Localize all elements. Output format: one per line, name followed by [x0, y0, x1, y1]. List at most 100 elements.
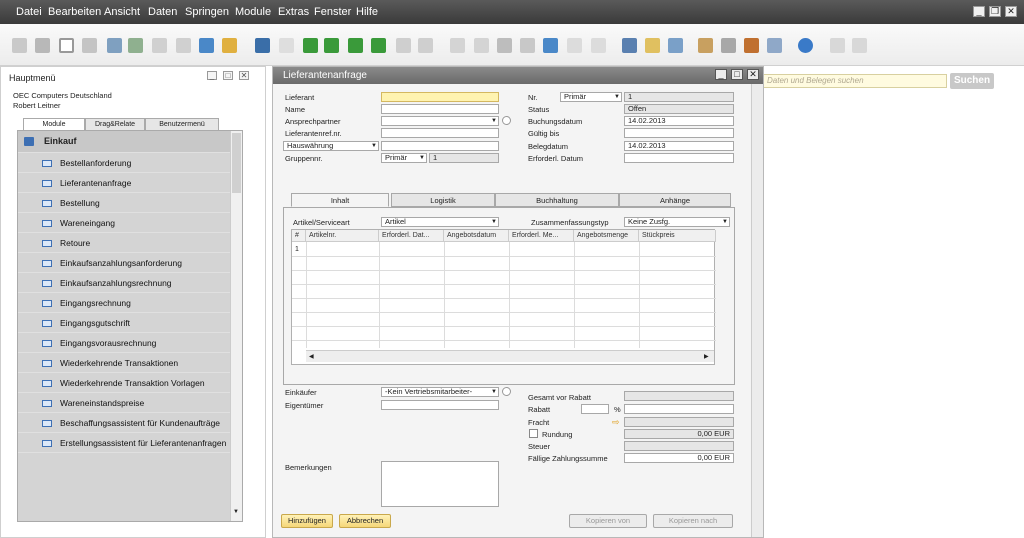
tab-drag-relate[interactable]: Drag&Relate	[85, 118, 145, 130]
buchungsdatum-input[interactable]: 14.02.2013	[624, 116, 734, 126]
tab-anhaenge[interactable]: Anhänge	[619, 193, 731, 207]
print-icon[interactable]	[35, 38, 50, 53]
email-icon[interactable]	[59, 38, 74, 53]
layout-icon[interactable]	[830, 38, 845, 53]
last-record-icon[interactable]	[371, 38, 386, 53]
currency-select[interactable]: Hauswährung ▼	[283, 141, 379, 151]
column-header[interactable]: Stückpreis	[639, 230, 716, 242]
gross-profit-icon[interactable]	[543, 38, 558, 53]
list-item[interactable]: Lieferantenanfrage	[18, 173, 230, 193]
bemerkungen-textarea[interactable]	[381, 461, 499, 507]
zusammenfassungstyp-select[interactable]: Keine Zusfg. ▼	[624, 217, 730, 227]
close-icon[interactable]: ✕	[239, 71, 249, 80]
maximize-icon[interactable]: □	[731, 69, 743, 80]
refnr-input[interactable]	[381, 128, 499, 138]
gueltig-bis-input[interactable]	[624, 128, 734, 138]
close-icon[interactable]: ✕	[1005, 6, 1017, 17]
restore-icon[interactable]: ❐	[989, 6, 1001, 17]
tab-module[interactable]: Module	[23, 118, 85, 130]
scroll-left-icon[interactable]: ◀	[309, 353, 314, 360]
copy-to-button[interactable]: Kopieren nach	[653, 514, 733, 528]
tab-buchhaltung[interactable]: Buchhaltung	[495, 193, 619, 207]
pick-list-icon[interactable]	[645, 38, 660, 53]
main-menu-scrollbar[interactable]: ▼	[230, 131, 242, 521]
arrow-right-icon[interactable]: ⇨	[612, 417, 620, 428]
menu-module[interactable]: Module	[235, 6, 271, 18]
journal-icon[interactable]	[497, 38, 512, 53]
column-header[interactable]: #	[292, 230, 306, 242]
lock-icon[interactable]	[222, 38, 237, 53]
list-item[interactable]: Wareneingang	[18, 213, 230, 233]
next-record-icon[interactable]	[348, 38, 363, 53]
column-header[interactable]: Angebotsmenge	[574, 230, 639, 242]
export-icon[interactable]	[128, 38, 143, 53]
messages-icon[interactable]	[721, 38, 736, 53]
tab-inhalt[interactable]: Inhalt	[291, 193, 389, 207]
module-header-einkauf[interactable]: Einkauf	[18, 131, 230, 153]
menu-hilfe[interactable]: Hilfe	[356, 6, 378, 18]
einkaeufer-select[interactable]: -Kein Vertriebsmitarbeiter- ▼	[381, 387, 499, 397]
minimize-icon[interactable]: _	[715, 69, 727, 80]
payment-icon[interactable]	[520, 38, 535, 53]
menu-extras[interactable]: Extras	[278, 6, 309, 18]
new-document-icon[interactable]	[12, 38, 27, 53]
menu-springen[interactable]: Springen	[185, 6, 229, 18]
menu-datei[interactable]: Datei	[16, 6, 42, 18]
info-icon[interactable]	[502, 387, 511, 396]
scroll-thumb[interactable]	[232, 133, 241, 193]
list-item[interactable]: Bestellanforderung	[18, 153, 230, 173]
approve-icon[interactable]	[668, 38, 683, 53]
column-header[interactable]: Erforderl. Dat...	[379, 230, 444, 242]
tab-logistik[interactable]: Logistik	[391, 193, 495, 207]
maximize-icon[interactable]: □	[223, 71, 233, 80]
sort-icon[interactable]	[418, 38, 433, 53]
scroll-down-icon[interactable]: ▼	[233, 509, 239, 515]
calendar-icon[interactable]	[698, 38, 713, 53]
search-input[interactable]: Daten und Belegen suchen	[762, 74, 947, 88]
target-document-icon[interactable]	[474, 38, 489, 53]
rabatt-amount-input[interactable]	[624, 404, 734, 414]
word-icon[interactable]	[152, 38, 167, 53]
list-item[interactable]: Einkaufsanzahlungsanforderung	[18, 253, 230, 273]
list-item[interactable]: Wareneinstandspreise	[18, 393, 230, 413]
first-record-icon[interactable]	[303, 38, 318, 53]
artikel-serviceart-select[interactable]: Artikel ▼	[381, 217, 499, 227]
list-item[interactable]: Erstellungsassistent für Lieferantenanfr…	[18, 433, 230, 453]
name-input[interactable]	[381, 104, 499, 114]
list-item[interactable]: Beschaffungsassistent für Kundenaufträge	[18, 413, 230, 433]
eigentuemer-input[interactable]	[381, 400, 499, 410]
erforderl-datum-input[interactable]	[624, 153, 734, 163]
lieferant-input[interactable]	[381, 92, 499, 102]
menu-bearbeiten[interactable]: Bearbeiten	[48, 6, 101, 18]
preview-icon[interactable]	[82, 38, 97, 53]
list-item[interactable]: Einkaufsanzahlungsrechnung	[18, 273, 230, 293]
horizontal-scrollbar[interactable]: ◀ ▶	[306, 350, 714, 362]
search-button[interactable]: Suchen	[950, 73, 994, 89]
list-item[interactable]: Wiederkehrende Transaktion Vorlagen	[18, 373, 230, 393]
column-header[interactable]: Artikelnr.	[306, 230, 379, 242]
gruppennr-input[interactable]: 1	[429, 153, 499, 163]
close-icon[interactable]: ✕	[747, 69, 759, 80]
excel-icon[interactable]	[107, 38, 122, 53]
pdf-icon[interactable]	[176, 38, 191, 53]
cancel-button[interactable]: Abbrechen	[339, 514, 391, 528]
info-icon[interactable]	[502, 116, 511, 125]
base-document-icon[interactable]	[450, 38, 465, 53]
previous-record-icon[interactable]	[324, 38, 339, 53]
menu-daten[interactable]: Daten	[148, 6, 177, 18]
volume-weight-icon[interactable]	[567, 38, 582, 53]
nr-serie-select[interactable]: Primär ▼	[560, 92, 622, 102]
currency-input[interactable]	[381, 141, 499, 151]
scroll-right-icon[interactable]: ▶	[704, 353, 709, 360]
help-icon[interactable]	[798, 38, 813, 53]
gruppe-serie-select[interactable]: Primär ▼	[381, 153, 427, 163]
list-item[interactable]: Bestellung	[18, 193, 230, 213]
arrows-icon[interactable]	[199, 38, 214, 53]
calculator-icon[interactable]	[744, 38, 759, 53]
nr-input[interactable]: 1	[624, 92, 734, 102]
window-scrollbar[interactable]	[751, 84, 763, 537]
column-header[interactable]: Erforderl. Me...	[509, 230, 574, 242]
edit-icon[interactable]	[622, 38, 637, 53]
menu-ansicht[interactable]: Ansicht	[104, 6, 140, 18]
add-icon[interactable]	[279, 38, 294, 53]
